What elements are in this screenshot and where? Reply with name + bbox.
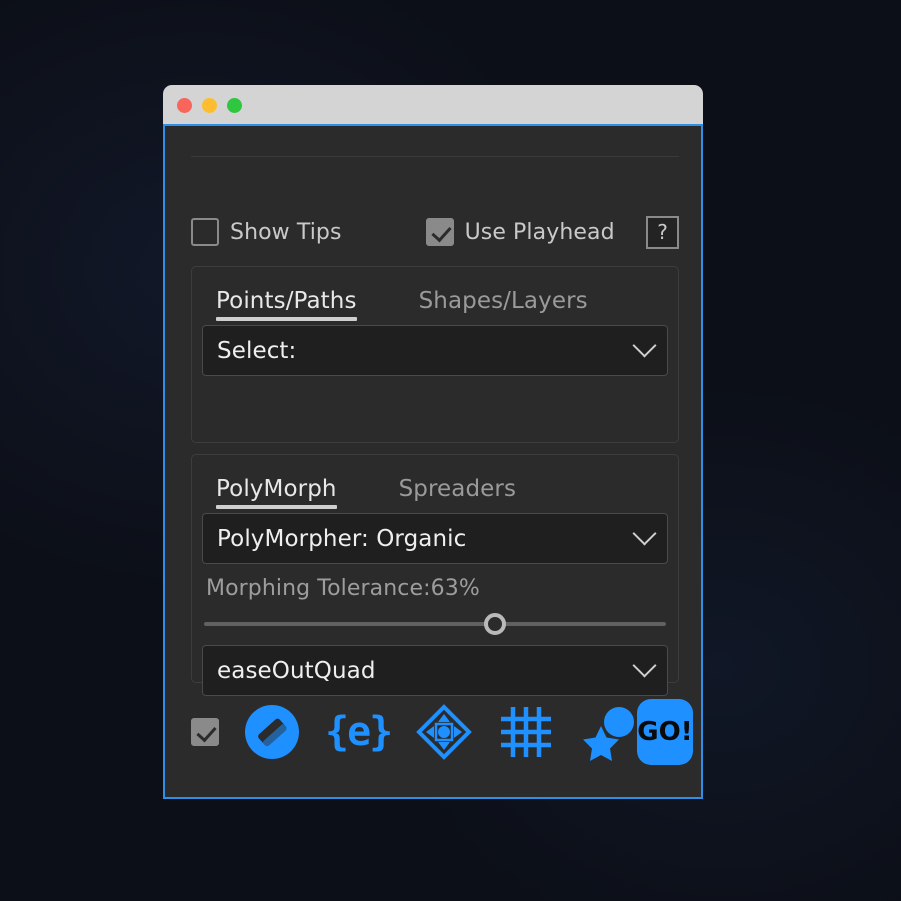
select-dropdown-value: Select: — [217, 337, 297, 364]
tab-spreaders[interactable]: Spreaders — [399, 476, 516, 509]
tab-points-paths[interactable]: Points/Paths — [216, 288, 357, 321]
bottom-toolbar: {e} GO! — [191, 693, 693, 771]
polymorpher-dropdown-value: PolyMorpher: Organic — [217, 525, 467, 552]
morphing-tolerance-slider[interactable] — [204, 607, 666, 641]
chevron-down-icon — [632, 521, 657, 546]
window-titlebar — [163, 85, 703, 126]
chevron-down-icon — [632, 333, 657, 358]
star-shape-icon[interactable] — [579, 703, 637, 761]
slider-thumb[interactable] — [484, 613, 507, 635]
transform-icon[interactable] — [415, 703, 473, 761]
use-playhead-checkbox[interactable] — [425, 218, 454, 246]
use-playhead-label: Use Playhead — [464, 219, 615, 245]
polymorph-section: PolyMorph Spreaders PolyMorpher: Organic… — [191, 454, 679, 696]
tab-polymorph[interactable]: PolyMorph — [216, 476, 337, 509]
top-separator — [191, 156, 679, 157]
points-paths-section: Points/Paths Shapes/Layers Select: — [191, 266, 679, 443]
show-tips-label: Show Tips — [230, 219, 342, 245]
select-dropdown[interactable]: Select: — [202, 325, 668, 376]
plugin-panel: Show Tips Use Playhead ? Points/Paths Sh… — [163, 124, 703, 799]
tab-shapes-layers[interactable]: Shapes/Layers — [419, 288, 588, 321]
easing-dropdown-value: easeOutQuad — [217, 657, 376, 684]
section-two-tabs: PolyMorph Spreaders — [192, 455, 678, 509]
morphing-tolerance-label: Morphing Tolerance:63% — [206, 576, 480, 601]
toolbar-enable-checkbox-wrap[interactable] — [191, 718, 219, 746]
help-button[interactable]: ? — [646, 215, 679, 249]
slider-track — [204, 622, 666, 626]
close-button[interactable] — [177, 98, 192, 113]
show-tips-option[interactable]: Show Tips — [191, 218, 342, 246]
use-playhead-option[interactable]: Use Playhead — [425, 218, 615, 246]
grid-icon[interactable] — [497, 703, 555, 761]
polymorpher-dropdown[interactable]: PolyMorpher: Organic — [202, 513, 668, 564]
options-row: Show Tips Use Playhead ? — [191, 212, 679, 252]
app-window: Show Tips Use Playhead ? Points/Paths Sh… — [163, 85, 703, 799]
minimize-button[interactable] — [202, 98, 217, 113]
eraser-icon[interactable] — [243, 703, 301, 761]
toolbar-enable-checkbox[interactable] — [191, 718, 219, 746]
section-one-tabs: Points/Paths Shapes/Layers — [192, 267, 678, 321]
show-tips-checkbox[interactable] — [191, 218, 219, 246]
expression-icon[interactable]: {e} — [325, 709, 393, 755]
go-button[interactable]: GO! — [637, 699, 693, 765]
easing-dropdown[interactable]: easeOutQuad — [202, 645, 668, 696]
chevron-down-icon — [632, 653, 657, 678]
zoom-button[interactable] — [227, 98, 242, 113]
